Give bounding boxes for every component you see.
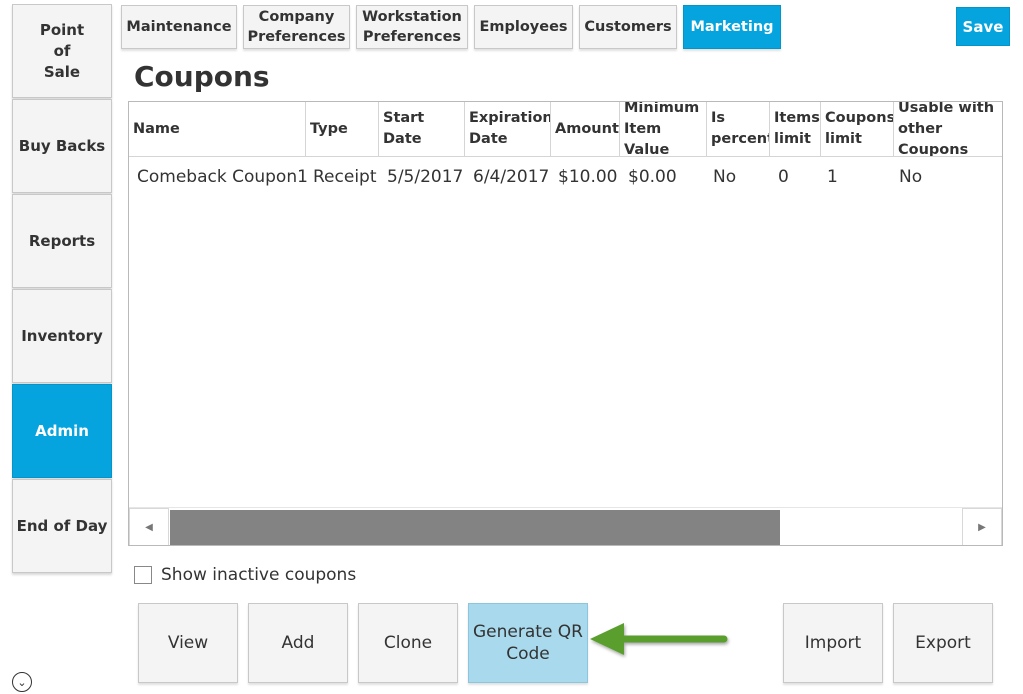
tab-customers[interactable]: Customers (579, 5, 677, 49)
tab-marketing[interactable]: Marketing (683, 5, 781, 49)
clone-button[interactable]: Clone (358, 603, 458, 683)
scroll-right-icon[interactable]: ▶ (962, 508, 1002, 545)
table-row[interactable]: Comeback Coupon1 Receipt 5/5/2017 6/4/20… (129, 158, 1002, 196)
scroll-thumb[interactable] (170, 510, 780, 545)
grid-header: Name Type Start Date Expiration Date Amo… (129, 102, 1002, 157)
column-header-expiration-date[interactable]: Expiration Date (465, 102, 551, 156)
sidebar-item-inventory[interactable]: Inventory (12, 289, 112, 383)
import-button[interactable]: Import (783, 603, 883, 683)
cell-minimum-item-value: $0.00 (628, 167, 677, 187)
export-button[interactable]: Export (893, 603, 993, 683)
add-button[interactable]: Add (248, 603, 348, 683)
column-header-start-date[interactable]: Start Date (379, 102, 465, 156)
tab-company-preferences[interactable]: Company Preferences (243, 5, 350, 49)
view-button[interactable]: View (138, 603, 238, 683)
show-inactive-toggle[interactable]: Show inactive coupons (134, 565, 356, 585)
coupons-grid: Name Type Start Date Expiration Date Amo… (128, 101, 1003, 546)
show-inactive-checkbox[interactable] (134, 566, 152, 584)
column-header-is-percent[interactable]: Is percent (707, 102, 770, 156)
cell-usable-with-other-coupons: No (899, 167, 923, 187)
sidebar-item-end-of-day[interactable]: End of Day (12, 479, 112, 573)
tab-workstation-preferences[interactable]: Workstation Preferences (356, 5, 468, 49)
column-header-type[interactable]: Type (306, 102, 379, 156)
page-title: Coupons (134, 60, 270, 93)
sidebar-item-point-of-sale[interactable]: Point of Sale (12, 4, 112, 98)
cell-coupons-limit: 1 (827, 167, 838, 187)
cell-items-limit: 0 (778, 167, 789, 187)
sidebar-item-admin[interactable]: Admin (12, 384, 112, 478)
cell-is-percent: No (713, 167, 737, 187)
column-header-coupons-limit[interactable]: Coupons limit (821, 102, 894, 156)
cell-name: Comeback Coupon1 (137, 167, 308, 187)
cell-start-date: 5/5/2017 (387, 167, 464, 187)
tab-maintenance[interactable]: Maintenance (121, 5, 237, 49)
cell-type: Receipt (313, 167, 377, 187)
column-header-items-limit[interactable]: Items limit (770, 102, 821, 156)
sidebar-item-reports[interactable]: Reports (12, 194, 112, 288)
chevron-down-icon[interactable]: ⌄ (12, 672, 32, 692)
column-header-minimum-item-value[interactable]: Minimum Item Value (620, 102, 707, 156)
scroll-left-icon[interactable]: ◀ (129, 508, 169, 545)
column-header-usable-with-other-coupons[interactable]: Usable with other Coupons (894, 102, 1002, 156)
horizontal-scrollbar[interactable]: ◀ ▶ (129, 507, 1002, 545)
cell-expiration-date: 6/4/2017 (473, 167, 550, 187)
generate-qr-code-button[interactable]: Generate QR Code (468, 603, 588, 683)
cell-amount: $10.00 (558, 167, 618, 187)
show-inactive-label: Show inactive coupons (161, 565, 357, 585)
sidebar-item-buy-backs[interactable]: Buy Backs (12, 99, 112, 193)
tab-employees[interactable]: Employees (474, 5, 573, 49)
column-header-amount[interactable]: Amount (551, 102, 620, 156)
save-button[interactable]: Save (956, 7, 1010, 46)
annotation-arrow-icon (590, 623, 728, 655)
column-header-name[interactable]: Name (129, 102, 306, 156)
